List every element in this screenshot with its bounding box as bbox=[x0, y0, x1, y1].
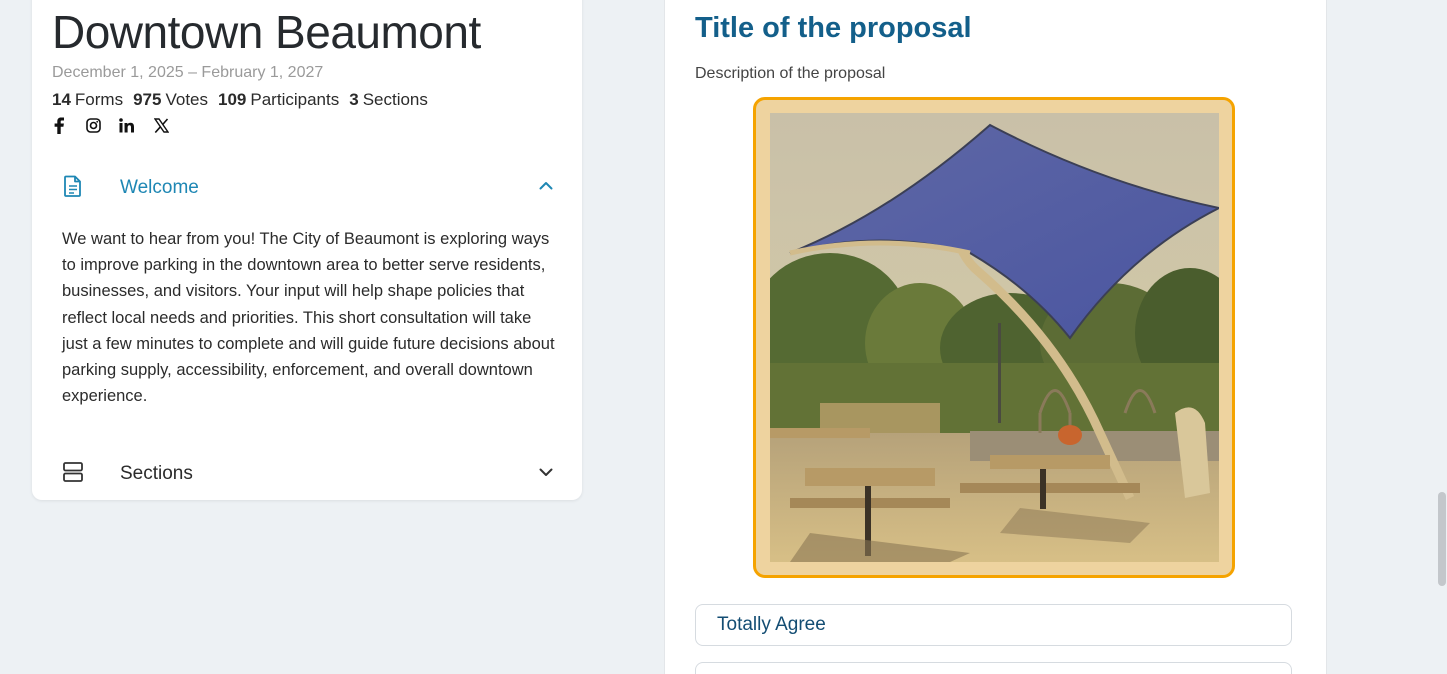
proposal-description: Description of the proposal bbox=[695, 65, 886, 82]
stat-forms: 14 Forms bbox=[52, 90, 124, 109]
welcome-accordion-header[interactable]: Welcome bbox=[62, 172, 554, 204]
stat-participants: 109 Participants bbox=[218, 90, 340, 109]
proposal-image-frame[interactable] bbox=[753, 97, 1235, 578]
stat-votes: 975 Votes bbox=[133, 90, 209, 109]
sections-label: Sections bbox=[120, 463, 193, 484]
instagram-icon[interactable] bbox=[84, 116, 102, 134]
welcome-label: Welcome bbox=[120, 177, 199, 198]
welcome-text: We want to hear from you! The City of Be… bbox=[62, 230, 555, 406]
document-icon bbox=[62, 174, 84, 203]
date-range: December 1, 2025 – February 1, 2027 bbox=[52, 64, 324, 81]
facebook-icon[interactable] bbox=[50, 116, 68, 134]
chevron-up-icon[interactable] bbox=[538, 178, 554, 199]
answer-option-totally-agree[interactable]: Totally Agree bbox=[695, 604, 1292, 646]
chevron-down-icon[interactable] bbox=[538, 464, 554, 485]
sections-icon bbox=[62, 461, 84, 488]
sections-accordion-header[interactable]: Sections bbox=[62, 458, 554, 490]
proposal-image bbox=[770, 113, 1219, 562]
answer-option[interactable] bbox=[695, 662, 1292, 674]
social-links bbox=[50, 116, 170, 134]
page-title: Downtown Beaumont bbox=[52, 6, 481, 58]
linkedin-icon[interactable] bbox=[118, 116, 136, 134]
stats-bar: 14 Forms 975 Votes 109 Participants 3 Sectio… bbox=[52, 90, 428, 110]
x-icon[interactable] bbox=[152, 116, 170, 134]
proposal-title: Title of the proposal bbox=[695, 12, 972, 44]
stat-sections: 3 Sections bbox=[349, 90, 428, 109]
page-scrollbar[interactable] bbox=[1438, 492, 1446, 586]
